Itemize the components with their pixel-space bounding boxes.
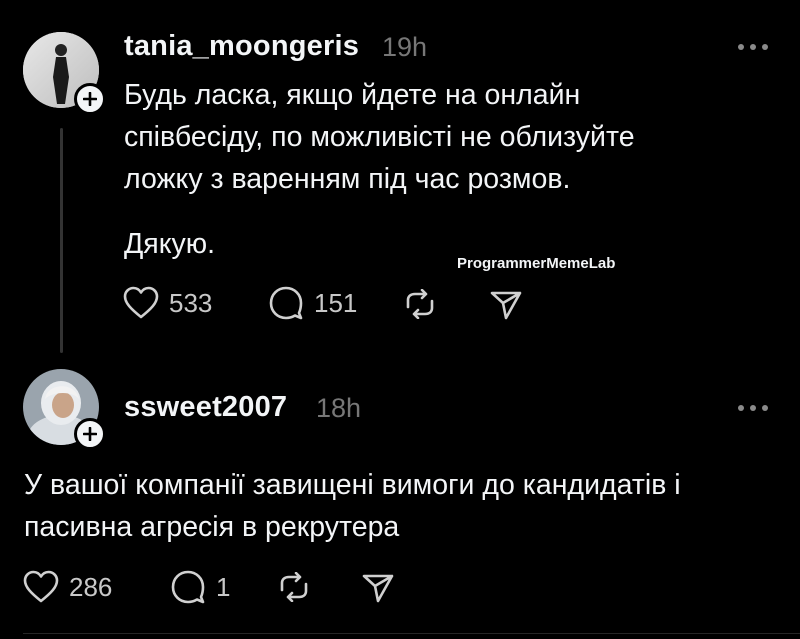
- thread-line: [60, 128, 63, 353]
- post-line: У вашої компанії завищені вимоги до канд…: [24, 469, 681, 501]
- timestamp: 18h: [316, 393, 362, 423]
- post-text: Будь ласка, якщо йдете на онлайн співбес…: [124, 74, 635, 200]
- plus-icon: [83, 427, 97, 441]
- timestamp: 19h: [382, 32, 428, 62]
- post-text: У вашої компанії завищені вимоги до канд…: [24, 464, 681, 548]
- repost-button[interactable]: [402, 289, 438, 319]
- send-icon: [362, 574, 394, 603]
- divider: [23, 633, 800, 634]
- heart-icon: [123, 286, 159, 319]
- post-line: ложку з варенням під час розмов.: [124, 163, 571, 195]
- more-options-button[interactable]: [738, 405, 768, 411]
- more-dots-icon: [738, 44, 744, 50]
- like-button[interactable]: 286: [23, 570, 112, 604]
- post-line: співбесіду, по можливісті не облизуйте: [124, 121, 635, 153]
- username[interactable]: tania_moongeris: [124, 30, 359, 63]
- comment-button[interactable]: 151: [268, 286, 357, 320]
- like-count: 533: [169, 287, 213, 318]
- comment-button[interactable]: 1: [170, 570, 230, 604]
- repost-icon: [406, 289, 434, 319]
- heart-icon: [23, 570, 59, 603]
- share-button[interactable]: [362, 572, 394, 604]
- more-options-button[interactable]: [738, 44, 768, 50]
- plus-icon: [83, 92, 97, 106]
- share-button[interactable]: [490, 289, 522, 321]
- comment-count: 151: [314, 287, 358, 318]
- comment-count: 1: [216, 571, 231, 602]
- post-line: Будь ласка, якщо йдете на онлайн: [124, 79, 581, 111]
- comment-bubble-icon: [269, 286, 303, 320]
- follow-button[interactable]: [74, 83, 106, 115]
- send-icon: [490, 291, 522, 320]
- comment-bubble-icon: [171, 570, 205, 604]
- post-line: Дякую.: [124, 228, 216, 260]
- like-count: 286: [69, 571, 113, 602]
- repost-button[interactable]: [276, 572, 312, 602]
- username[interactable]: ssweet2007: [124, 391, 287, 424]
- post-line: пасивна агресія в рекрутера: [24, 511, 400, 543]
- repost-icon: [280, 572, 308, 602]
- like-button[interactable]: 533: [123, 286, 212, 320]
- more-dots-icon: [738, 405, 744, 411]
- follow-button[interactable]: [74, 418, 106, 450]
- watermark: ProgrammerMemeLab: [457, 255, 616, 272]
